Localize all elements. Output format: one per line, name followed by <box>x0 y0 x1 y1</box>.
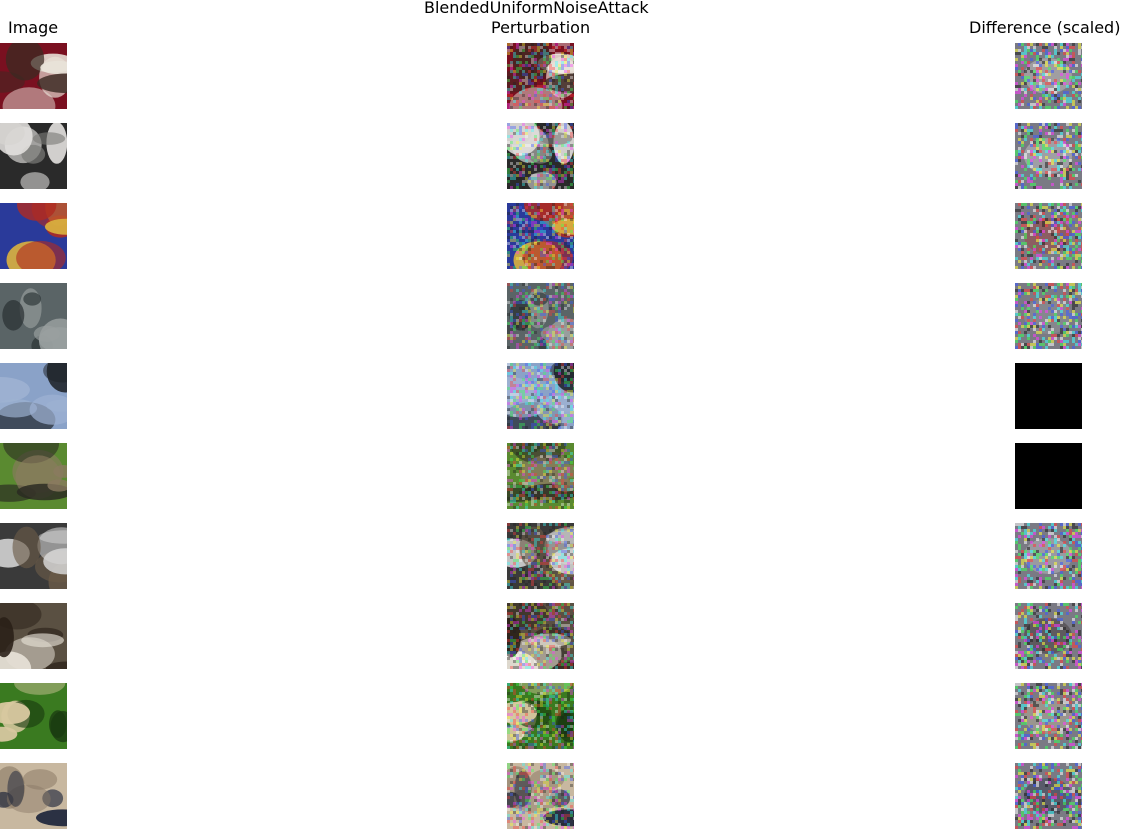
original-image <box>0 123 67 189</box>
difference-image <box>1015 523 1082 589</box>
difference-image <box>1015 203 1082 269</box>
perturbed-image <box>507 43 574 109</box>
original-image <box>0 203 67 269</box>
perturbed-image <box>507 123 574 189</box>
perturbed-image <box>507 443 574 509</box>
original-image <box>0 43 67 109</box>
perturbed-image <box>507 203 574 269</box>
perturbed-image <box>507 363 574 429</box>
perturbed-image <box>507 283 574 349</box>
perturbed-image <box>507 763 574 829</box>
difference-image <box>1015 763 1082 829</box>
original-image <box>0 283 67 349</box>
difference-image <box>1015 363 1082 429</box>
difference-image <box>1015 43 1082 109</box>
perturbed-image <box>507 603 574 669</box>
perturbed-image <box>507 523 574 589</box>
original-image <box>0 683 67 749</box>
attack-title: BlendedUniformNoiseAttack <box>424 0 649 17</box>
column-header-image: Image <box>8 18 59 37</box>
difference-image <box>1015 443 1082 509</box>
difference-image <box>1015 283 1082 349</box>
original-image <box>0 443 67 509</box>
original-image <box>0 363 67 429</box>
difference-image <box>1015 683 1082 749</box>
column-header-perturbation: Perturbation <box>491 18 591 37</box>
difference-image <box>1015 603 1082 669</box>
original-image <box>0 763 67 829</box>
perturbed-image <box>507 683 574 749</box>
original-image <box>0 523 67 589</box>
column-header-difference: Difference (scaled) <box>969 18 1121 37</box>
original-image <box>0 603 67 669</box>
difference-image <box>1015 123 1082 189</box>
